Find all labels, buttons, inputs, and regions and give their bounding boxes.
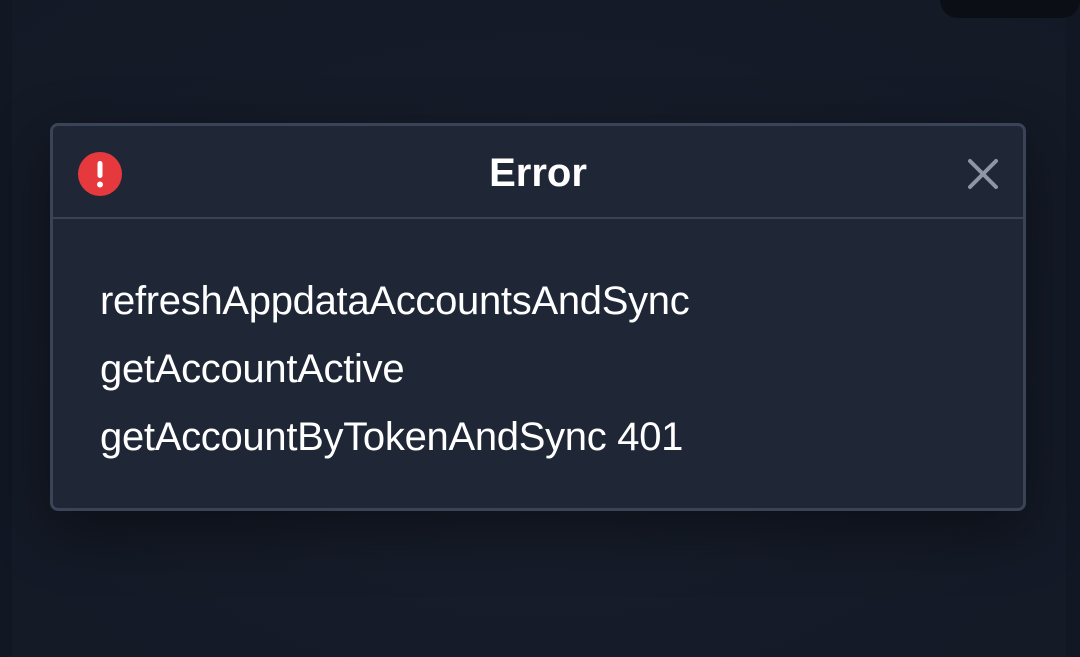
error-dialog: Error refreshAppdataAccountsAndSync getA… <box>50 123 1026 511</box>
status-pill <box>940 0 1080 18</box>
dialog-title: Error <box>489 151 587 195</box>
background-edge-right <box>1066 0 1080 657</box>
error-message-line: getAccountActive <box>100 347 405 391</box>
error-message-line: getAccountByTokenAndSync 401 <box>100 415 684 459</box>
dialog-body: refreshAppdataAccountsAndSync getAccount… <box>53 219 1023 471</box>
dialog-header: Error <box>53 126 1023 219</box>
close-icon[interactable] <box>963 154 1003 194</box>
app-screen: Error refreshAppdataAccountsAndSync getA… <box>0 0 1080 657</box>
error-message-line: refreshAppdataAccountsAndSync <box>100 279 690 323</box>
background-edge-left <box>0 0 12 657</box>
